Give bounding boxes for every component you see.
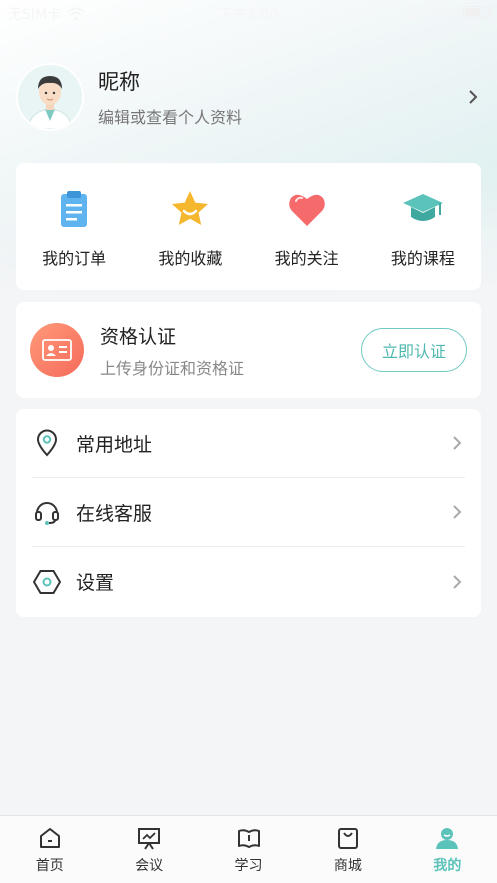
certification-title: 资格认证 (100, 325, 177, 348)
orientation-lock-icon (407, 5, 420, 19)
chevron-right-icon (449, 574, 465, 590)
nickname: 昵称 (98, 70, 140, 94)
doctor-avatar-icon (18, 65, 82, 129)
chevron-right-icon (449, 504, 465, 520)
settings-menu-card: 常用地址 在线客服 设置 (16, 409, 481, 617)
shopping-bag-icon (337, 828, 358, 849)
location-pin-icon (32, 428, 62, 458)
user-icon (436, 828, 459, 849)
hexagon-settings-icon (32, 567, 62, 597)
tab-label-study: 学习 (234, 858, 263, 874)
tab-label-meeting: 会议 (135, 858, 164, 874)
orders-label: 我的订单 (42, 249, 107, 268)
courses-label: 我的课程 (390, 249, 455, 268)
star-icon (172, 191, 209, 225)
bottom-tab-bar: 首页 会议 学习 商城 我的 (0, 815, 497, 883)
home-icon (39, 828, 60, 848)
courses-button[interactable]: 我的课程 (365, 163, 481, 290)
menu-label-address: 常用地址 (76, 433, 153, 456)
orders-button[interactable]: 我的订单 (16, 163, 132, 290)
avatar[interactable] (16, 63, 84, 131)
chevron-right-icon[interactable] (465, 89, 481, 105)
menu-label-support: 在线客服 (76, 502, 153, 525)
profile-subtitle: 编辑或查看个人资料 (98, 108, 243, 127)
chevron-right-icon (449, 435, 465, 451)
menu-item-address[interactable]: 常用地址 (32, 409, 465, 478)
certify-now-button[interactable]: 立即认证 (361, 328, 467, 372)
quick-actions-card: 我的订单 我的收藏 我的关注 我的课程 (16, 163, 481, 290)
tab-study[interactable]: 学习 (199, 816, 298, 883)
menu-item-support[interactable]: 在线客服 (32, 478, 465, 547)
profile-header[interactable]: 昵称 编辑或查看个人资料 (16, 62, 481, 132)
menu-label-settings: 设置 (76, 572, 115, 594)
favorites-button[interactable]: 我的收藏 (132, 163, 248, 290)
following-label: 我的关注 (274, 249, 339, 268)
tab-label-mall: 商城 (333, 858, 362, 874)
tab-home[interactable]: 首页 (0, 816, 99, 883)
tab-mine[interactable]: 我的 (398, 816, 497, 883)
presentation-icon (138, 828, 161, 850)
status-bar: 无SIM卡 下午3:00 68% (0, 0, 497, 26)
graduation-cap-icon (402, 194, 443, 221)
book-icon (237, 829, 260, 848)
certification-subtitle: 上传身份证和资格证 (100, 358, 245, 378)
tab-label-mine: 我的 (433, 858, 462, 874)
status-right: 68% (407, 4, 492, 20)
profile-text: 昵称 编辑或查看个人资料 (98, 66, 465, 128)
tab-meeting[interactable]: 会议 (99, 816, 198, 883)
headset-icon (32, 497, 62, 527)
battery-percent: 68% (425, 4, 457, 20)
following-button[interactable]: 我的关注 (249, 163, 365, 290)
certification-card: 资格认证 上传身份证和资格证 立即认证 (16, 302, 481, 398)
favorites-label: 我的收藏 (158, 249, 223, 268)
battery-icon (463, 6, 492, 18)
heart-icon (288, 194, 325, 226)
tab-label-home: 首页 (35, 858, 64, 874)
certification-text: 资格认证 上传身份证和资格证 (100, 322, 361, 379)
clipboard-icon (61, 191, 88, 227)
id-card-icon (30, 323, 84, 377)
tab-mall[interactable]: 商城 (298, 816, 397, 883)
menu-item-settings[interactable]: 设置 (32, 547, 465, 616)
